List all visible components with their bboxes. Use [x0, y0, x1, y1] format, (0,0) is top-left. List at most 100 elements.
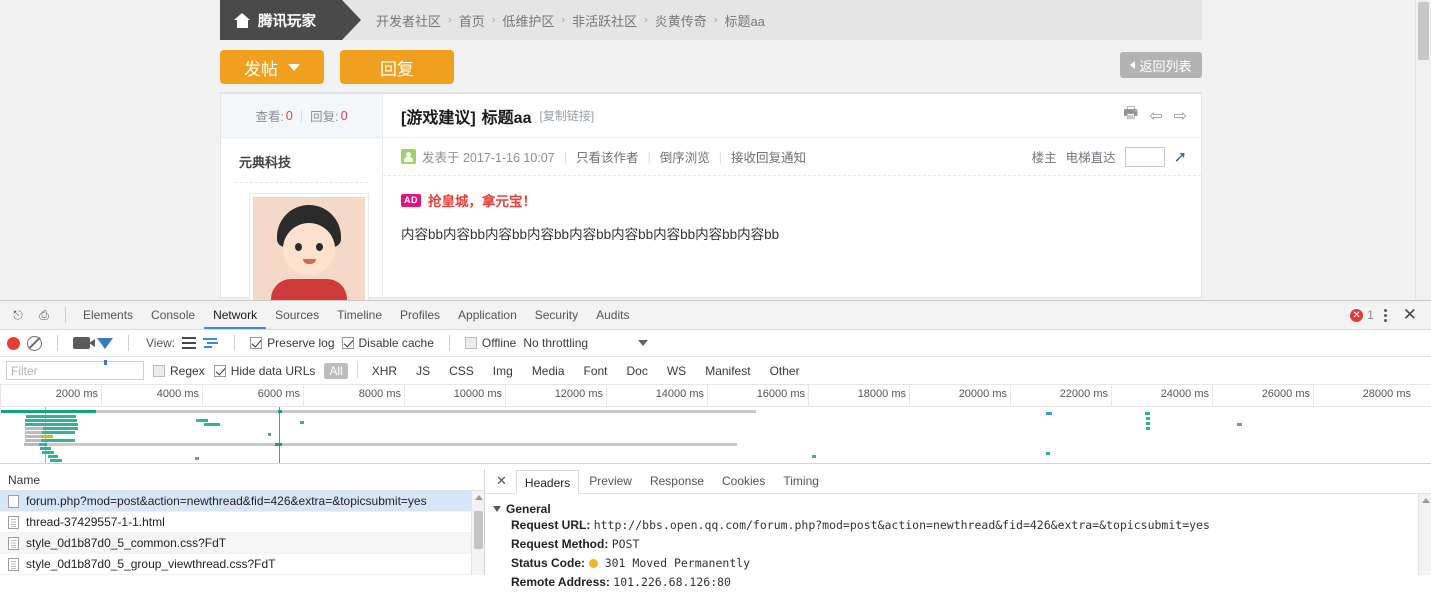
type-filter-js[interactable]: JS: [411, 363, 435, 379]
only-author-link[interactable]: 只看该作者: [576, 147, 639, 166]
request-name: style_0d1b87d0_5_common.css?FdT: [26, 536, 227, 550]
details-tab-preview[interactable]: Preview: [581, 469, 640, 493]
network-filterbar: Regex Hide data URLs All XHR JS CSS Img …: [0, 357, 1431, 385]
error-badge[interactable]: ✕ 1: [1350, 308, 1374, 322]
scroll-up-icon[interactable]: [1422, 498, 1430, 503]
tab-elements[interactable]: Elements: [74, 301, 142, 329]
tab-sources[interactable]: Sources: [266, 301, 328, 329]
throttling-select[interactable]: No throttling: [523, 336, 649, 350]
offline-checkbox[interactable]: Offline: [464, 336, 516, 350]
preserve-log-checkbox[interactable]: Preserve log: [250, 336, 335, 350]
tab-network[interactable]: Network: [204, 301, 267, 329]
field-key: Request Method:: [511, 537, 609, 551]
back-to-list-button[interactable]: 返回列表: [1120, 52, 1202, 78]
requests-scrollbar[interactable]: [471, 491, 484, 575]
record-button[interactable]: [7, 336, 20, 350]
tab-audits[interactable]: Audits: [587, 301, 638, 329]
regex-checkbox[interactable]: Regex: [153, 364, 205, 378]
details-tab-cookies[interactable]: Cookies: [714, 469, 773, 493]
breadcrumb-item-3[interactable]: 非活跃社区: [572, 11, 637, 30]
table-row[interactable]: style_0d1b87d0_5_common.css?FdT: [0, 533, 484, 554]
device-toolbar-icon[interactable]: ⎙: [31, 302, 57, 328]
table-row[interactable]: style_0d1b87d0_5_group_viewthread.css?Fd…: [0, 554, 484, 575]
author-name[interactable]: 元典科技: [221, 138, 382, 171]
type-filter-img[interactable]: Img: [488, 363, 518, 379]
ruler-tick: 16000 ms: [707, 385, 808, 407]
camera-icon[interactable]: [73, 337, 95, 349]
headers-content: General Request URL: http://bbs.open.qq.…: [485, 494, 1431, 592]
details-scrollbar[interactable]: [1418, 494, 1431, 575]
more-options-icon[interactable]: [1377, 305, 1394, 326]
breadcrumb-item-2[interactable]: 低维护区: [502, 11, 554, 30]
scroll-up-icon[interactable]: [475, 495, 483, 500]
jump-wrench-icon[interactable]: ➚: [1174, 147, 1187, 167]
tab-console[interactable]: Console: [142, 301, 204, 329]
forum-content: 腾讯玩家 开发者社区 › 首页 › 低维护区 › 非活跃社区 › 炎黄传奇 › …: [220, 0, 1202, 300]
tab-profiles[interactable]: Profiles: [391, 301, 449, 329]
page-scrollbar-thumb[interactable]: [1418, 2, 1429, 60]
request-name: style_0d1b87d0_5_group_viewthread.css?Fd…: [26, 557, 276, 571]
tick-label: 10000 ms: [453, 388, 502, 400]
view-list-icon[interactable]: [182, 336, 197, 350]
type-filter-other[interactable]: Other: [765, 363, 805, 379]
tab-timeline[interactable]: Timeline: [328, 301, 391, 329]
type-filter-ws[interactable]: WS: [662, 363, 691, 379]
requests-scrollbar-thumb[interactable]: [474, 511, 483, 549]
reply-notify-link[interactable]: 接收回复通知: [731, 147, 806, 166]
forum-page: 腾讯玩家 开发者社区 › 首页 › 低维护区 › 非活跃社区 › 炎黄传奇 › …: [0, 0, 1431, 300]
table-row[interactable]: forum.php?mod=post&action=newthread&fid=…: [0, 491, 484, 512]
copy-link[interactable]: [复制链接]: [539, 107, 594, 124]
type-filter-doc[interactable]: Doc: [622, 363, 653, 379]
network-overview-waterfall[interactable]: [0, 407, 1431, 464]
type-filter-all[interactable]: All: [324, 362, 348, 379]
reply-button[interactable]: 回复: [340, 50, 454, 84]
table-row[interactable]: thread-37429557-1-1.html: [0, 512, 484, 533]
view-waterfall-icon[interactable]: [203, 337, 219, 350]
type-filter-css[interactable]: CSS: [444, 363, 479, 379]
general-section-header[interactable]: General: [493, 502, 1431, 516]
details-tab-headers[interactable]: Headers: [515, 469, 580, 494]
tab-security[interactable]: Security: [526, 301, 587, 329]
filter-icon[interactable]: [97, 337, 113, 365]
print-icon[interactable]: 🖶: [1123, 102, 1138, 129]
details-tab-response[interactable]: Response: [642, 469, 712, 493]
hide-data-urls-checkbox[interactable]: Hide data URLs: [213, 364, 315, 378]
type-filter-xhr[interactable]: XHR: [367, 363, 402, 379]
breadcrumb-item-0[interactable]: 开发者社区: [376, 11, 441, 30]
type-filter-manifest[interactable]: Manifest: [700, 363, 755, 379]
details-tab-timing[interactable]: Timing: [775, 469, 827, 493]
new-post-button[interactable]: 发帖: [220, 50, 324, 84]
chevron-down-icon: [638, 340, 649, 346]
requests-column-header[interactable]: Name: [0, 469, 484, 491]
next-arrow-icon[interactable]: ⇨: [1174, 106, 1187, 126]
page-scrollbar[interactable]: [1415, 0, 1431, 300]
floor-number-input[interactable]: [1124, 146, 1165, 167]
ruler-tick: 28000 ms: [1313, 385, 1414, 407]
elevator-label: 电梯直达: [1065, 151, 1116, 165]
overview-bar: [43, 427, 78, 430]
avatar[interactable]: [249, 193, 369, 300]
ad-banner[interactable]: AD 抢皇城，拿元宝！: [401, 190, 1183, 210]
close-details-icon[interactable]: ✕: [489, 473, 514, 489]
offline-box: [464, 337, 477, 349]
overview-bar: [25, 439, 41, 442]
inspect-element-icon[interactable]: ⎋: [5, 302, 31, 328]
disable-cache-checkbox[interactable]: Disable cache: [341, 336, 434, 350]
type-filter-media[interactable]: Media: [527, 363, 570, 379]
breadcrumb-item-5[interactable]: 标题aa: [724, 11, 764, 30]
overview-bar: [48, 455, 58, 458]
regex-box: [153, 364, 165, 377]
tab-application[interactable]: Application: [449, 301, 526, 329]
clear-icon[interactable]: [27, 335, 42, 351]
breadcrumb-item-4[interactable]: 炎黄传奇: [655, 11, 707, 30]
site-brand[interactable]: 腾讯玩家: [220, 0, 361, 40]
breadcrumb-item-1[interactable]: 首页: [459, 11, 485, 30]
type-filter-font[interactable]: Font: [579, 363, 613, 379]
filter-input[interactable]: [6, 361, 144, 380]
document-icon: [8, 515, 19, 529]
reverse-order-link[interactable]: 倒序浏览: [660, 147, 710, 166]
close-icon[interactable]: ✕: [1397, 305, 1423, 325]
prev-arrow-icon[interactable]: ⇦: [1149, 106, 1162, 126]
load-event-marker: [279, 407, 280, 463]
field-key: Status Code:: [511, 556, 586, 570]
